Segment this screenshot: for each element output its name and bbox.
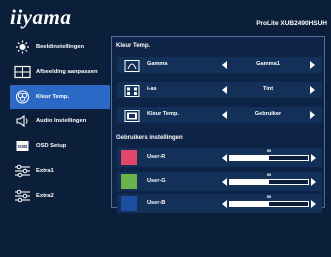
green-swatch: [121, 174, 137, 189]
grid-icon: [124, 84, 140, 97]
row-label: Kleur Temp.: [147, 111, 179, 117]
right-arrow-icon[interactable]: [310, 86, 315, 94]
left-arrow-icon[interactable]: [222, 154, 227, 162]
sidebar-item-label: Extra1: [36, 167, 54, 174]
level-slider[interactable]: [229, 179, 309, 185]
sliders-icon: [14, 189, 31, 203]
gamma-icon: [124, 59, 140, 72]
level-fill: [230, 180, 269, 184]
user-g-row[interactable]: User-G 50: [117, 172, 322, 191]
osd-icon: OSD: [14, 139, 31, 153]
i-as-row[interactable]: i-as Tint: [117, 82, 322, 98]
level-fill: [230, 156, 269, 160]
model-name: ProLite XUB2490HSUH: [256, 20, 327, 27]
row-label: i-as: [147, 86, 157, 92]
header: iiyama ProLite XUB2490HSUH: [0, 0, 331, 34]
sidebar: Beeldinstellingen Afbeelding aanpassen K…: [10, 35, 110, 209]
sidebar-item-label: Kleur Temp.: [36, 93, 70, 100]
image-adjust-icon: [14, 65, 31, 79]
level-slider[interactable]: [229, 155, 309, 161]
sidebar-item-label: Extra2: [36, 192, 54, 199]
user-label: User-G: [147, 178, 166, 184]
brand-logo: iiyama: [10, 5, 72, 29]
kleur-temp-row[interactable]: Kleur Temp. Gebruiker: [117, 107, 322, 123]
right-arrow-icon[interactable]: [311, 154, 316, 162]
settings-panel: Kleur Temp. Gamma Gamma1 i-as Tint Kleur…: [111, 36, 325, 213]
level-value: 50: [266, 172, 272, 177]
gamma-row[interactable]: Gamma Gamma1: [117, 57, 322, 73]
color-temp-icon: [14, 90, 31, 104]
brightness-icon: [14, 40, 31, 54]
panel-title: Kleur Temp.: [116, 43, 151, 49]
left-arrow-icon[interactable]: [222, 61, 227, 69]
user-label: User-R: [147, 154, 166, 160]
svg-text:OSD: OSD: [18, 144, 29, 149]
left-arrow-icon[interactable]: [222, 86, 227, 94]
left-arrow-icon[interactable]: [222, 200, 227, 208]
user-b-row[interactable]: User-B 50: [117, 194, 322, 213]
row-value: Gebruiker: [254, 111, 282, 117]
red-swatch: [121, 150, 137, 165]
level-value: 50: [266, 148, 272, 153]
sidebar-item-extra1[interactable]: Extra1: [10, 159, 110, 183]
sidebar-item-beeldinstellingen[interactable]: Beeldinstellingen: [10, 35, 110, 59]
right-arrow-icon[interactable]: [310, 61, 315, 69]
level-slider[interactable]: [229, 201, 309, 207]
sidebar-item-label: Audio Instellingen: [36, 118, 87, 125]
row-label: Gamma: [147, 61, 168, 67]
sidebar-item-extra2[interactable]: Extra2: [10, 184, 110, 208]
color-temp-icon: [124, 109, 140, 122]
sidebar-item-label: OSD Setup: [36, 143, 67, 150]
sidebar-item-label: Afbeelding aanpassen: [36, 68, 98, 75]
sidebar-item-audio[interactable]: Audio Instellingen: [10, 109, 110, 133]
user-r-row[interactable]: User-R 50: [117, 148, 322, 167]
sidebar-item-afbeelding-aanpassen[interactable]: Afbeelding aanpassen: [10, 60, 110, 84]
right-arrow-icon[interactable]: [310, 111, 315, 119]
row-value: Gamma1: [256, 61, 280, 67]
left-arrow-icon[interactable]: [222, 111, 227, 119]
right-arrow-icon[interactable]: [311, 200, 316, 208]
left-arrow-icon[interactable]: [222, 178, 227, 186]
level-value: 50: [266, 194, 272, 199]
speaker-icon: [14, 114, 31, 128]
right-arrow-icon[interactable]: [311, 178, 316, 186]
sidebar-item-kleur-temp[interactable]: Kleur Temp.: [10, 84, 110, 109]
level-fill: [230, 202, 269, 206]
sidebar-item-label: Beeldinstellingen: [36, 44, 84, 50]
section-title: Gebruikers instellingen: [116, 135, 183, 141]
user-label: User-B: [147, 200, 166, 206]
blue-swatch: [121, 196, 137, 211]
sidebar-item-osd-setup[interactable]: OSD OSD Setup: [10, 134, 110, 158]
row-value: Tint: [262, 86, 274, 92]
sliders-icon: [14, 164, 31, 178]
